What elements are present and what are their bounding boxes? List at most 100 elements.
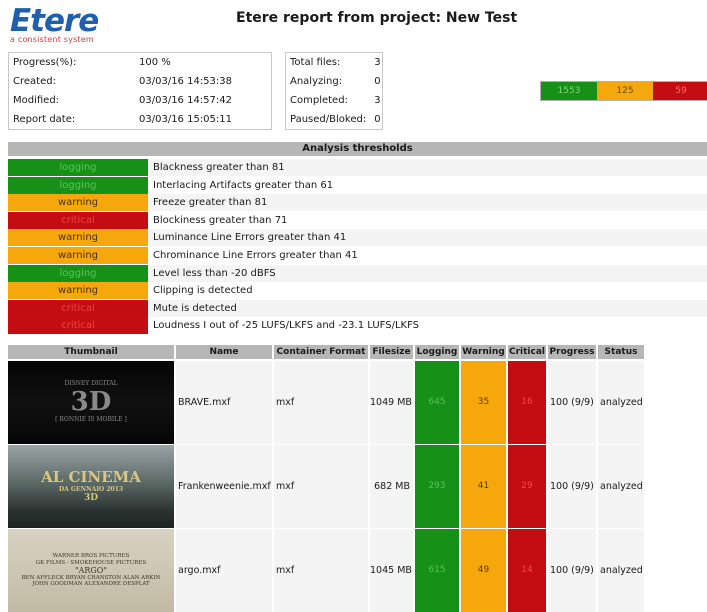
threshold-description: Level less than -20 dBFS xyxy=(148,264,707,282)
file-progress-cell: 100 (9/9) xyxy=(548,445,596,528)
file-warning-cell: 35 xyxy=(461,361,506,444)
count-row: Paused/Bloked: 0 xyxy=(286,110,385,129)
info-value: 03/03/16 15:05:11 xyxy=(139,114,233,125)
report-title: Etere report from project: New Test xyxy=(236,10,518,26)
file-counts-box: Total files: 3 Analyzing: 0 Completed: 3… xyxy=(285,52,383,130)
file-critical-cell: 29 xyxy=(508,445,546,528)
file-format-cell: mxf xyxy=(274,445,368,528)
thumbnail-caption: 3D xyxy=(70,386,112,417)
threshold-level-badge: critical xyxy=(8,317,148,335)
count-label: Paused/Bloked: xyxy=(290,114,367,125)
threshold-row: logging Blackness greater than 81 xyxy=(8,159,707,176)
threshold-description: Clipping is detected xyxy=(148,282,707,300)
file-thumbnail: WARNER BROS PICTURES GK FILMS - SMOKEHOUS… xyxy=(8,529,174,612)
thresholds-header: Analysis thresholds xyxy=(8,142,707,156)
column-header: Critical xyxy=(508,345,546,359)
info-row: Progress(%): 100 % xyxy=(9,53,236,72)
threshold-level-badge: critical xyxy=(8,211,148,229)
threshold-description: Loudness I out of -25 LUFS/LKFS and -23.… xyxy=(148,317,707,335)
threshold-row: critical Loudness I out of -25 LUFS/LKFS … xyxy=(8,317,707,335)
file-progress-cell: 100 (9/9) xyxy=(548,529,596,612)
column-header: Progress xyxy=(548,345,596,359)
file-name-cell: BRAVE.mxf xyxy=(176,361,272,444)
threshold-row: warning Freeze greater than 81 xyxy=(8,194,707,212)
file-name-cell: Frankenweenie.mxf xyxy=(176,445,272,528)
column-header: Warning xyxy=(461,345,506,359)
file-status-cell: analyzed xyxy=(598,361,644,444)
count-value: 3 xyxy=(374,95,381,106)
file-thumbnail: DISNEY DIGITAL 3D[ RONNIE IS MOBILE ] xyxy=(8,361,174,444)
file-row[interactable]: DISNEY DIGITAL 3D[ RONNIE IS MOBILE ] BRAV… xyxy=(8,361,648,444)
column-header: Status xyxy=(598,345,644,359)
report-info-box: Progress(%): 100 % Created: 03/03/16 14:… xyxy=(8,52,272,130)
summary-critical-total: 59 xyxy=(653,82,707,100)
column-header: Thumbnail xyxy=(8,345,174,359)
summary-warning-total: 125 xyxy=(597,82,653,100)
threshold-row: warning Luminance Line Errors greater tha… xyxy=(8,229,707,247)
threshold-level-badge: logging xyxy=(8,264,148,282)
file-logging-cell: 615 xyxy=(415,529,459,612)
threshold-description: Blackness greater than 81 xyxy=(148,159,707,176)
count-value: 3 xyxy=(374,57,381,68)
summary-logging-total: 1553 xyxy=(541,82,597,100)
info-label: Report date: xyxy=(13,114,76,125)
thumbnail-caption: [ RONNIE IS MOBILE ] xyxy=(55,416,127,424)
threshold-level-badge: warning xyxy=(8,194,148,212)
threshold-description: Chrominance Line Errors greater than 41 xyxy=(148,247,707,264)
threshold-row: warning Chrominance Line Errors greater t… xyxy=(8,247,707,264)
info-value: 03/03/16 14:53:38 xyxy=(139,76,233,87)
file-status-cell: analyzed xyxy=(598,445,644,528)
info-value: 100 % xyxy=(139,57,171,68)
threshold-row: logging Interlacing Artifacts greater tha… xyxy=(8,176,707,194)
thumbnail-caption: 3D xyxy=(83,493,99,504)
etere-logo: Etere a consistent system xyxy=(10,6,110,46)
column-header: Logging xyxy=(415,345,459,359)
file-critical-cell: 14 xyxy=(508,529,546,612)
file-status-cell: analyzed xyxy=(598,529,644,612)
count-row: Completed: 3 xyxy=(286,91,385,110)
threshold-description: Freeze greater than 81 xyxy=(148,194,707,212)
info-label: Progress(%): xyxy=(13,57,77,68)
column-header: Filesize xyxy=(370,345,413,359)
count-row: Analyzing: 0 xyxy=(286,72,385,91)
file-warning-cell: 49 xyxy=(461,529,506,612)
file-format-cell: mxf xyxy=(274,361,368,444)
info-row: Modified: 03/03/16 14:57:42 xyxy=(9,91,236,110)
threshold-row: warning Clipping is detected xyxy=(8,282,707,300)
file-logging-cell: 645 xyxy=(415,361,459,444)
file-critical-cell: 16 xyxy=(508,361,546,444)
count-row: Total files: 3 xyxy=(286,53,385,72)
info-row: Created: 03/03/16 14:53:38 xyxy=(9,72,236,91)
file-logging-cell: 293 xyxy=(415,445,459,528)
file-row[interactable]: AL CINEMA DA GENNAIO 2013 3D Frankenweenie.… xyxy=(8,445,648,528)
threshold-level-badge: warning xyxy=(8,247,148,264)
file-warning-cell: 41 xyxy=(461,445,506,528)
file-size-cell: 1045 MB xyxy=(370,529,413,612)
column-header: Name xyxy=(176,345,272,359)
info-label: Modified: xyxy=(13,95,60,106)
threshold-row: critical Mute is detected xyxy=(8,299,707,317)
file-thumbnail: AL CINEMA DA GENNAIO 2013 3D xyxy=(8,445,174,528)
threshold-row: logging Level less than -20 dBFS xyxy=(8,264,707,282)
count-value: 0 xyxy=(374,76,381,87)
summary-totals-bar: 1553 125 59 xyxy=(540,81,707,101)
threshold-description: Interlacing Artifacts greater than 61 xyxy=(148,176,707,194)
info-row: Report date: 03/03/16 15:05:11 xyxy=(9,110,236,129)
file-name-cell: argo.mxf xyxy=(176,529,272,612)
info-label: Created: xyxy=(13,76,56,87)
file-format-cell: mxf xyxy=(274,529,368,612)
file-row[interactable]: WARNER BROS PICTURES GK FILMS - SMOKEHOUS… xyxy=(8,529,648,612)
thumbnail-caption: JOHN GOODMAN ALEXANDRE DESPLAT xyxy=(32,581,150,588)
threshold-description: Mute is detected xyxy=(148,299,707,317)
count-label: Total files: xyxy=(290,57,341,68)
file-progress-cell: 100 (9/9) xyxy=(548,361,596,444)
threshold-level-badge: warning xyxy=(8,229,148,247)
count-label: Analyzing: xyxy=(290,76,343,87)
logo-wordmark: Etere xyxy=(10,3,99,39)
threshold-level-badge: logging xyxy=(8,159,148,176)
threshold-row: critical Blockiness greater than 71 xyxy=(8,211,707,229)
info-value: 03/03/16 14:57:42 xyxy=(139,95,233,106)
file-size-cell: 1049 MB xyxy=(370,361,413,444)
threshold-description: Luminance Line Errors greater than 41 xyxy=(148,229,707,247)
thumbnail-caption: DA GENNAIO 2013 xyxy=(58,485,124,493)
